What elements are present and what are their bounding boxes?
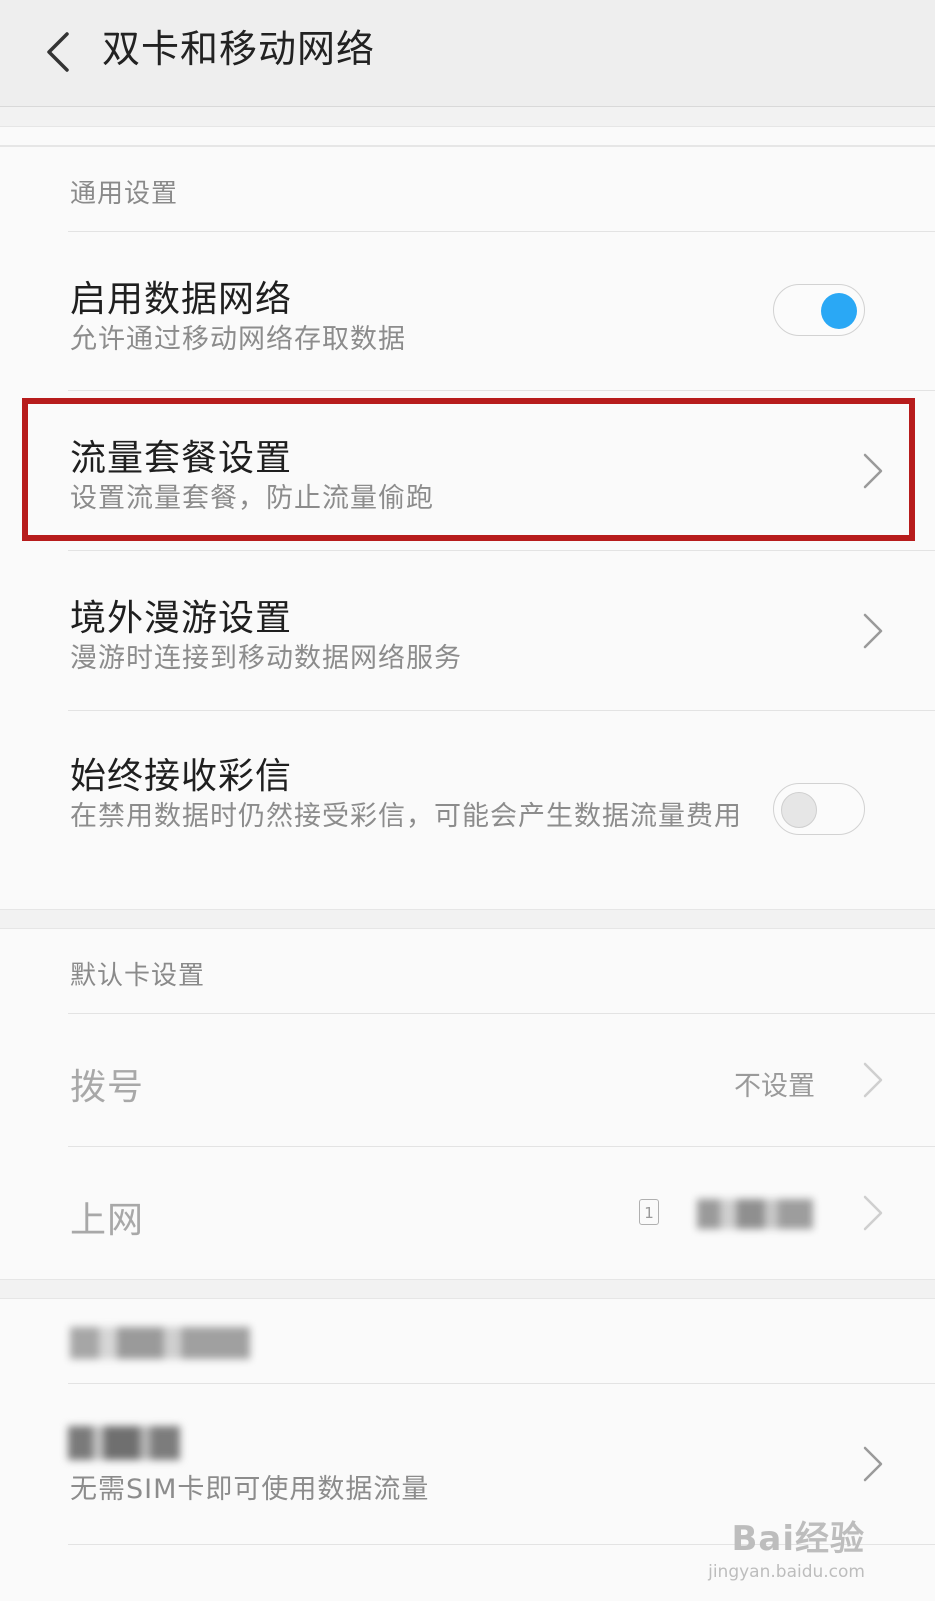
chevron-right-icon [863, 1195, 883, 1231]
data-network-subtitle: 允许通过移动网络存取数据 [70, 324, 406, 355]
data-network-title: 启用数据网络 [70, 279, 293, 320]
chevron-right-icon [863, 1062, 883, 1098]
data-network-row[interactable]: 启用数据网络 允许通过移动网络存取数据 [0, 232, 935, 390]
data-network-toggle[interactable] [773, 284, 865, 336]
internet-row[interactable]: 上网 1 [0, 1147, 935, 1279]
section-label-general: 通用设置 [70, 179, 179, 209]
sim-badge: 1 [644, 1204, 654, 1222]
chevron-left-icon [47, 32, 69, 72]
roaming-title: 境外漫游设置 [70, 598, 293, 639]
blurred-row-title [68, 1426, 180, 1460]
mms-subtitle: 在禁用数据时仍然接受彩信，可能会产生数据流量费用 [70, 801, 742, 832]
roaming-row[interactable]: 境外漫游设置 漫游时连接到移动数据网络服务 [0, 551, 935, 709]
highlight-box [22, 398, 915, 541]
back-button[interactable] [28, 22, 88, 82]
sim-card-icon: 1 [639, 1199, 659, 1225]
page-title: 双卡和移动网络 [102, 27, 376, 71]
internet-title: 上网 [70, 1200, 145, 1241]
toggle-knob [781, 792, 817, 828]
blurred-carrier-name [697, 1199, 813, 1229]
default-card-settings: 默认卡设置 拨号 不设置 上网 1 [0, 928, 935, 1280]
toggle-knob [821, 293, 857, 329]
mms-title: 始终接收彩信 [70, 756, 293, 797]
mms-toggle[interactable] [773, 783, 865, 835]
roaming-subtitle: 漫游时连接到移动数据网络服务 [70, 643, 462, 674]
dial-value: 不设置 [734, 1071, 815, 1102]
chevron-right-icon [863, 613, 883, 649]
section-label-default-card: 默认卡设置 [70, 961, 206, 991]
sim-free-data-subtitle: 无需SIM卡即可使用数据流量 [70, 1474, 430, 1505]
spacer-card [0, 126, 935, 146]
dial-title: 拨号 [70, 1067, 145, 1108]
chevron-right-icon [863, 1446, 883, 1482]
baidu-watermark: Bai经验 jingyan.baidu.com [708, 1511, 865, 1582]
mms-row[interactable]: 始终接收彩信 在禁用数据时仍然接受彩信，可能会产生数据流量费用 [0, 711, 935, 909]
title-bar: 双卡和移动网络 [0, 0, 935, 107]
blurred-section-label [70, 1327, 250, 1359]
watermark-brand: Bai经验 [731, 1519, 865, 1559]
dial-row[interactable]: 拨号 不设置 [0, 1014, 935, 1146]
watermark-url: jingyan.baidu.com [708, 1562, 865, 1582]
